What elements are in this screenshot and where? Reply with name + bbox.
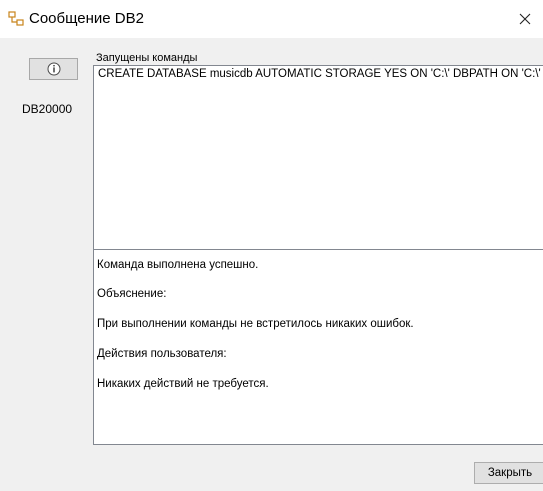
message-code: DB20000: [22, 102, 73, 116]
window-title: Сообщение DB2: [29, 10, 144, 27]
commands-textarea[interactable]: CREATE DATABASE musicdb AUTOMATIC STORAG…: [93, 65, 543, 273]
close-button[interactable]: Закрыть: [474, 462, 543, 484]
message-textarea[interactable]: Команда выполнена успешно. Объяснение: П…: [93, 249, 543, 445]
info-button[interactable]: [29, 58, 78, 80]
explanation-heading: Объяснение:: [97, 288, 167, 300]
status-text: Команда выполнена успешно.: [97, 259, 259, 271]
user-actions-text: Никаких действий не требуется.: [97, 378, 269, 390]
info-icon: [47, 62, 60, 76]
title-bar: Сообщение DB2: [0, 0, 543, 38]
close-icon: [519, 13, 531, 25]
db2-app-icon: [8, 11, 24, 26]
close-window-button[interactable]: [507, 0, 543, 38]
commands-label: Запущены команды: [96, 52, 198, 64]
command-text[interactable]: CREATE DATABASE musicdb AUTOMATIC STORAG…: [98, 68, 543, 80]
explanation-text: При выполнении команды не встретилось ни…: [97, 318, 414, 330]
user-actions-heading: Действия пользователя:: [97, 348, 227, 360]
dialog-content: DB20000 Запущены команды CREATE DATABASE…: [0, 38, 543, 491]
